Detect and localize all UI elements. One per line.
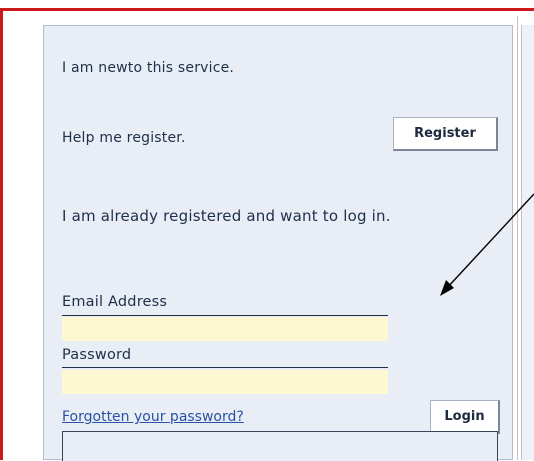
login-register-panel: I am newto this service. Help me registe… (43, 25, 513, 461)
new-user-intro: I am newto this service. (62, 60, 235, 76)
registered-user-intro: I am already registered and want to log … (62, 207, 391, 225)
help-register-text: Help me register. (62, 130, 186, 146)
adjacent-panel (521, 25, 534, 460)
register-button[interactable]: Register (393, 117, 498, 151)
email-label-underline (62, 315, 388, 316)
login-button[interactable]: Login (430, 400, 500, 434)
email-field[interactable] (62, 317, 388, 341)
password-label-underline (62, 367, 388, 368)
forgot-password-link[interactable]: Forgotten your password? (62, 409, 244, 425)
password-field[interactable] (62, 370, 388, 394)
lower-section-box (62, 431, 498, 461)
password-label: Password (62, 347, 132, 363)
email-label: Email Address (62, 294, 168, 310)
